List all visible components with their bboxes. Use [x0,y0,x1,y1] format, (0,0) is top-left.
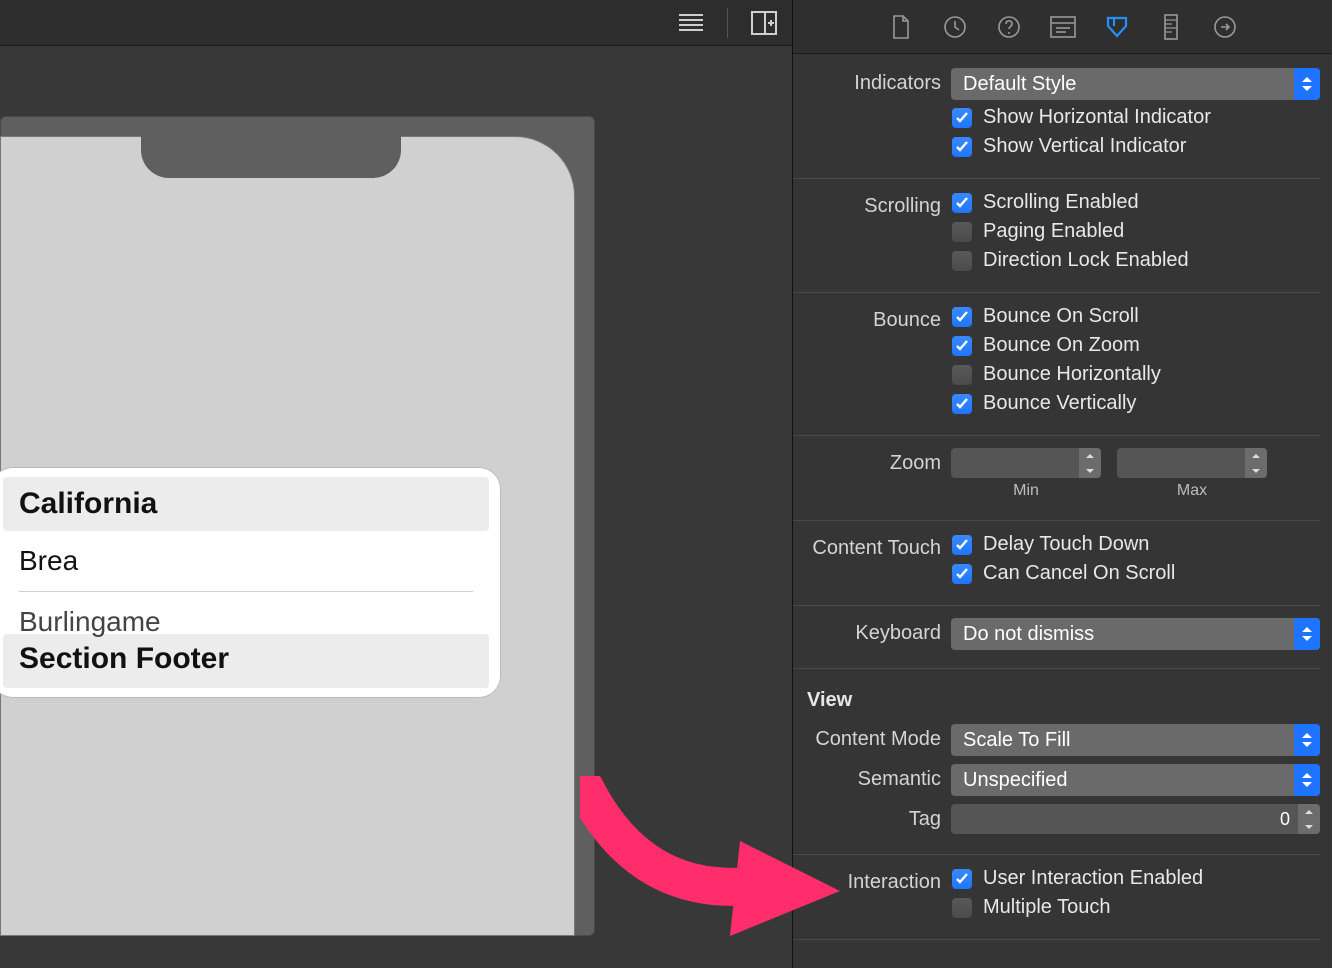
scrolling-label: Scrolling [793,191,951,218]
size-inspector-tab[interactable] [1155,11,1187,43]
help-inspector-tab[interactable] [993,11,1025,43]
tag-label: Tag [793,804,951,831]
direction-lock-checkbox[interactable] [951,250,973,272]
history-inspector-tab[interactable] [939,11,971,43]
zoom-min-stepper[interactable] [1079,448,1101,478]
file-inspector-tab[interactable] [885,11,917,43]
keyboard-label: Keyboard [793,618,951,645]
section-footer[interactable]: Section Footer [3,634,489,688]
attributes-inspector-tab[interactable] [1101,11,1133,43]
bounce-vertically-checkbox[interactable] [951,393,973,415]
zoom-max-stepper[interactable] [1245,448,1267,478]
content-mode-select[interactable]: Scale To Fill [951,724,1320,756]
indicators-label: Indicators [793,68,951,95]
device-notch [141,136,401,178]
view-section-title: View [793,677,1320,720]
zoom-max-field[interactable] [1117,448,1267,478]
inspector-tabs [793,0,1332,54]
bounce-on-scroll-checkbox[interactable] [951,306,973,328]
device-frame: California Brea Burlingame Section Foote… [0,136,575,936]
canvas-toolbar [0,0,792,46]
tag-field[interactable] [951,804,1320,834]
tag-stepper[interactable] [1298,804,1320,834]
paging-enabled-checkbox[interactable] [951,221,973,243]
bounce-horizontally-checkbox[interactable] [951,364,973,386]
show-vertical-indicator-checkbox[interactable] [951,136,973,158]
delay-touch-down-checkbox[interactable] [951,534,973,556]
inspector-panel: Indicators Default Style Show Horizontal… [792,0,1332,968]
semantic-select[interactable]: Unspecified [951,764,1320,796]
section-header[interactable]: California [3,477,489,531]
layout-lines-icon[interactable] [677,9,705,37]
scrolling-enabled-checkbox[interactable] [951,192,973,214]
can-cancel-on-scroll-checkbox[interactable] [951,563,973,585]
multiple-touch-checkbox[interactable] [951,897,973,919]
keyboard-dismiss-select[interactable]: Do not dismiss [951,618,1320,650]
add-panel-icon[interactable] [750,9,778,37]
indicator-style-select[interactable]: Default Style [951,68,1320,100]
bounce-on-zoom-checkbox[interactable] [951,335,973,357]
zoom-min-field[interactable] [951,448,1101,478]
bounce-label: Bounce [793,305,951,332]
table-cell[interactable]: Burlingame [3,606,489,638]
user-interaction-enabled-checkbox[interactable] [951,868,973,890]
zoom-label: Zoom [793,448,951,475]
semantic-label: Semantic [793,764,951,791]
identity-inspector-tab[interactable] [1047,11,1079,43]
content-mode-label: Content Mode [793,724,951,751]
table-view[interactable]: California Brea Burlingame Section Foote… [0,467,501,698]
canvas-area: California Brea Burlingame Section Foote… [0,0,792,968]
interaction-label: Interaction [793,867,951,894]
connections-inspector-tab[interactable] [1209,11,1241,43]
table-cell[interactable]: Brea [3,531,489,591]
show-horizontal-indicator-checkbox[interactable] [951,107,973,129]
content-touch-label: Content Touch [793,533,951,560]
